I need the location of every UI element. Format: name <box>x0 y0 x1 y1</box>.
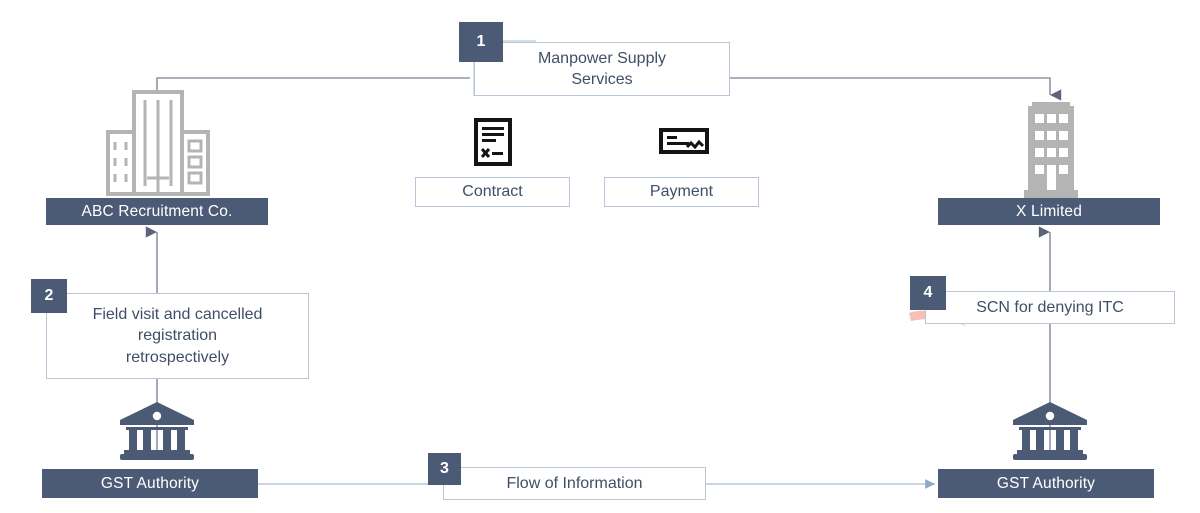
field-visit-line3: retrospectively <box>125 348 230 366</box>
badge-3: 3 <box>428 453 461 485</box>
contract-document-icon <box>474 118 512 166</box>
office-building-icon <box>106 90 210 196</box>
recipient-label-box[interactable]: X Limited <box>938 198 1160 225</box>
gst-left-label-box[interactable]: GST Authority <box>42 469 258 498</box>
office-building-icon-left-wrap <box>104 88 212 198</box>
contract-document-icon-wrap <box>474 118 512 166</box>
cheque-icon-wrap <box>659 128 709 154</box>
field-visit-box[interactable]: Field visit and cancelled registration r… <box>46 293 309 379</box>
badge-2: 2 <box>31 279 67 313</box>
gst-right-label-box[interactable]: GST Authority <box>938 469 1154 498</box>
cheque-icon <box>659 128 709 154</box>
flow-of-information-box[interactable]: Flow of Information <box>443 467 706 500</box>
service-box[interactable]: Manpower Supply Services <box>474 42 730 96</box>
scn-box[interactable]: SCN for denying ITC <box>925 291 1175 324</box>
badge-1: 1 <box>459 22 503 62</box>
government-bank-icon-right-wrap <box>1011 400 1089 462</box>
office-building-icon-right-wrap <box>1022 94 1080 198</box>
government-bank-icon <box>120 402 194 460</box>
government-bank-icon-left-wrap <box>118 400 196 462</box>
service-box-line1: Manpower Supply <box>537 49 667 67</box>
badge-4: 4 <box>910 276 946 310</box>
office-building-icon <box>1024 102 1078 198</box>
diagram-canvas: 1 Manpower Supply Services ABC Recruitme… <box>0 0 1200 513</box>
field-visit-line2: registration <box>137 327 218 345</box>
supplier-label-box[interactable]: ABC Recruitment Co. <box>46 198 268 225</box>
service-box-line2: Services <box>571 71 633 88</box>
payment-label-box[interactable]: Payment <box>604 177 759 207</box>
government-bank-icon <box>1013 402 1087 460</box>
contract-label-box[interactable]: Contract <box>415 177 570 207</box>
field-visit-line1: Field visit and cancelled <box>92 306 263 324</box>
